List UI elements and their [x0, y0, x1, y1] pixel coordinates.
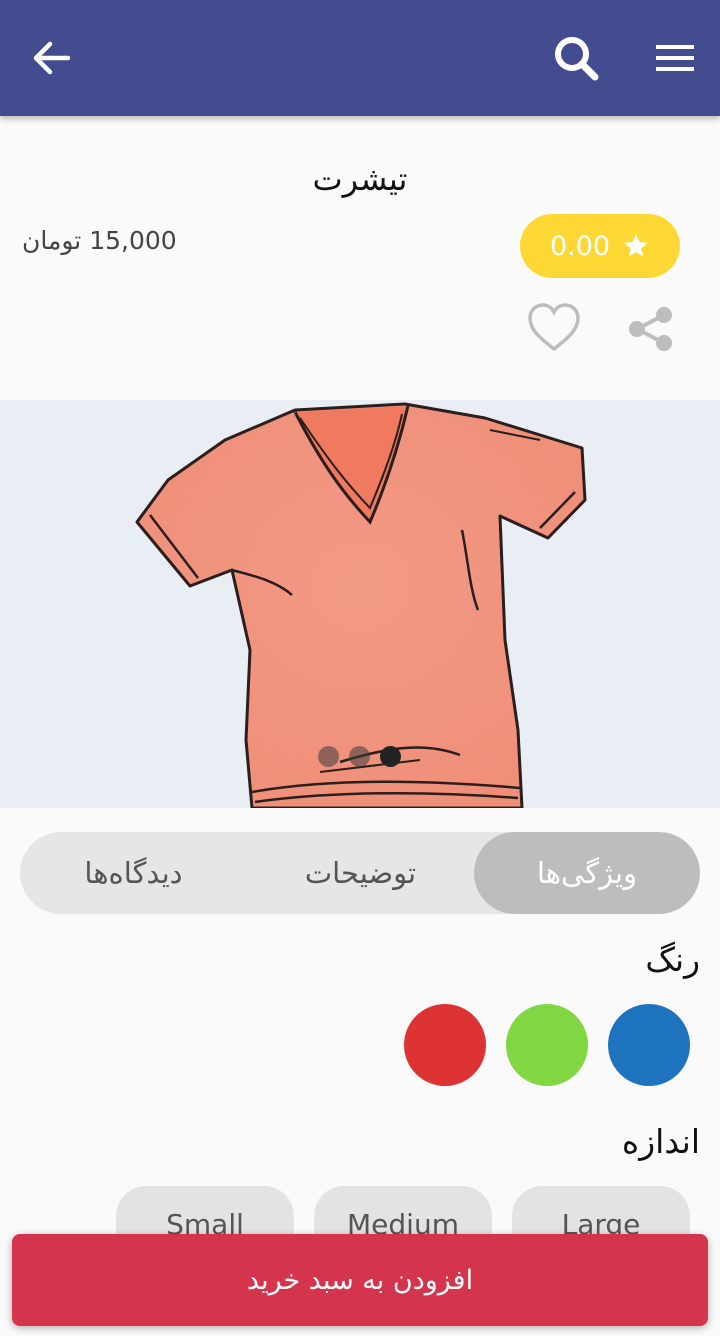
back-arrow-icon[interactable] — [22, 28, 82, 88]
search-icon[interactable] — [546, 28, 606, 88]
star-icon — [624, 234, 648, 257]
hamburger-menu-icon[interactable] — [645, 28, 705, 88]
favorite-heart-icon[interactable] — [526, 302, 582, 354]
share-icon[interactable] — [626, 306, 676, 352]
carousel-dots — [318, 746, 401, 767]
color-section-label: رنگ — [645, 940, 700, 979]
product-image-carousel[interactable] — [0, 400, 720, 808]
tab-description[interactable]: توضیحات — [247, 832, 474, 914]
product-title: تیشرت — [312, 160, 408, 198]
color-swatch-green[interactable] — [506, 1004, 588, 1086]
product-tabs: ویژگی‌ها توضیحات دیدگاه‌ها — [20, 832, 700, 914]
size-section-label: اندازه — [621, 1122, 700, 1161]
color-swatch-red[interactable] — [404, 1004, 486, 1086]
carousel-dot-active[interactable] — [380, 746, 401, 767]
app-bar — [0, 0, 720, 116]
rating-badge: 0.00 — [520, 214, 680, 278]
tab-reviews[interactable]: دیدگاه‌ها — [20, 832, 247, 914]
product-price: 15,000 تومان — [22, 226, 177, 255]
carousel-dot[interactable] — [349, 746, 370, 767]
carousel-dot[interactable] — [318, 746, 339, 767]
tab-features[interactable]: ویژگی‌ها — [474, 832, 700, 914]
add-to-cart-button[interactable]: افزودن به سبد خرید — [12, 1234, 708, 1326]
rating-value: 0.00 — [549, 230, 611, 262]
color-swatches — [404, 1004, 690, 1086]
color-swatch-blue[interactable] — [608, 1004, 690, 1086]
